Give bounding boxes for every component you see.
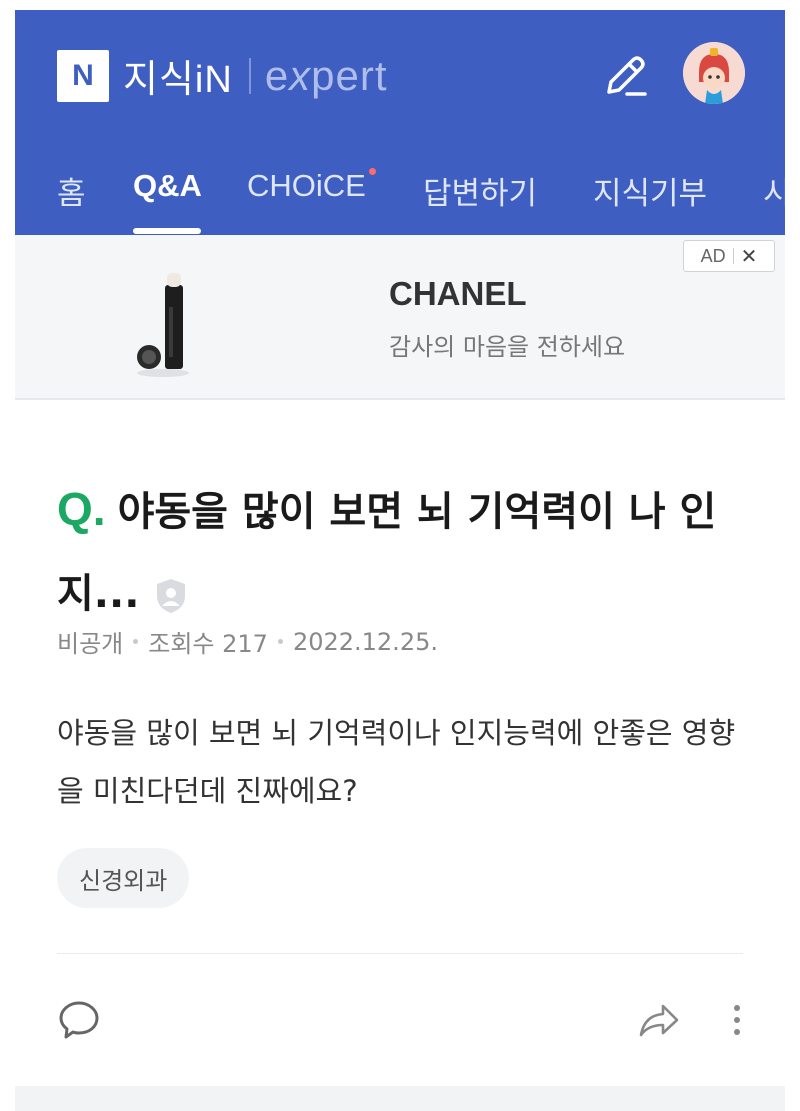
tab-answer[interactable]: 답변하기 [423, 168, 537, 213]
question-title: Q. 야동을 많이 보면 뇌 기억력이 나 인지... [57, 468, 747, 635]
view-count: 조회수 217 [148, 630, 268, 658]
ad-label: AD [700, 245, 726, 266]
divider [57, 953, 743, 954]
post-date: 2022.12.25. [292, 627, 438, 656]
active-tab-indicator [133, 228, 201, 234]
tab-qna[interactable]: Q&A [133, 168, 202, 204]
ad-copy: 감사의 마음을 전하세요 [389, 333, 626, 361]
nav-tabs: 홈 Q&A CHOiCE 답변하기 지식기부 시 [15, 160, 785, 235]
ad-close-icon[interactable]: ✕ [741, 244, 758, 269]
meta-dot [133, 639, 139, 644]
author: 비공개 [57, 630, 124, 658]
meta-dot [277, 639, 283, 644]
ad-banner[interactable]: CHANEL 감사의 마음을 전하세요 AD ✕ [15, 235, 785, 400]
pencil-icon[interactable] [597, 48, 653, 104]
new-badge-dot [369, 168, 376, 175]
ad-brand: CHANEL [389, 275, 527, 312]
tab-choice[interactable]: CHOiCE [247, 168, 366, 204]
brand-separator [248, 57, 251, 94]
share-icon[interactable] [637, 1000, 681, 1040]
brand-logo[interactable]: N 지식iN expert [57, 48, 388, 103]
tab-home[interactable]: 홈 [57, 168, 86, 213]
service-name: 지식iN [123, 59, 233, 101]
ad-badge: AD ✕ [683, 240, 775, 272]
naver-logo: N [57, 49, 109, 102]
phone-screen: N 지식iN expert 홈 Q&A CHOiCE 답변하기 지식기부 시 C… [15, 10, 785, 1111]
app-header: N 지식iN expert 홈 Q&A CHOiCE 답변하기 지식기부 시 [15, 10, 785, 235]
question-body: 야동을 많이 보면 뇌 기억력이나 인지능력에 안좋은 영향을 미친다던데 진짜… [57, 716, 736, 808]
more-icon[interactable] [723, 1000, 751, 1040]
comment-icon[interactable] [57, 998, 101, 1042]
question-meta: 비공개 조회수 217 2022.12.25. [57, 624, 438, 659]
avatar[interactable] [683, 42, 745, 104]
category-tag[interactable]: 신경외과 [57, 848, 190, 908]
section-divider-band [15, 1086, 785, 1111]
expert-link[interactable]: expert [265, 52, 388, 100]
shield-icon [157, 579, 186, 613]
lipstick-product-image [137, 273, 189, 377]
tab-more[interactable]: 시 [763, 168, 785, 213]
question-mark: Q. [57, 483, 106, 535]
ad-badge-separator [732, 248, 734, 264]
tab-donation[interactable]: 지식기부 [593, 168, 707, 213]
